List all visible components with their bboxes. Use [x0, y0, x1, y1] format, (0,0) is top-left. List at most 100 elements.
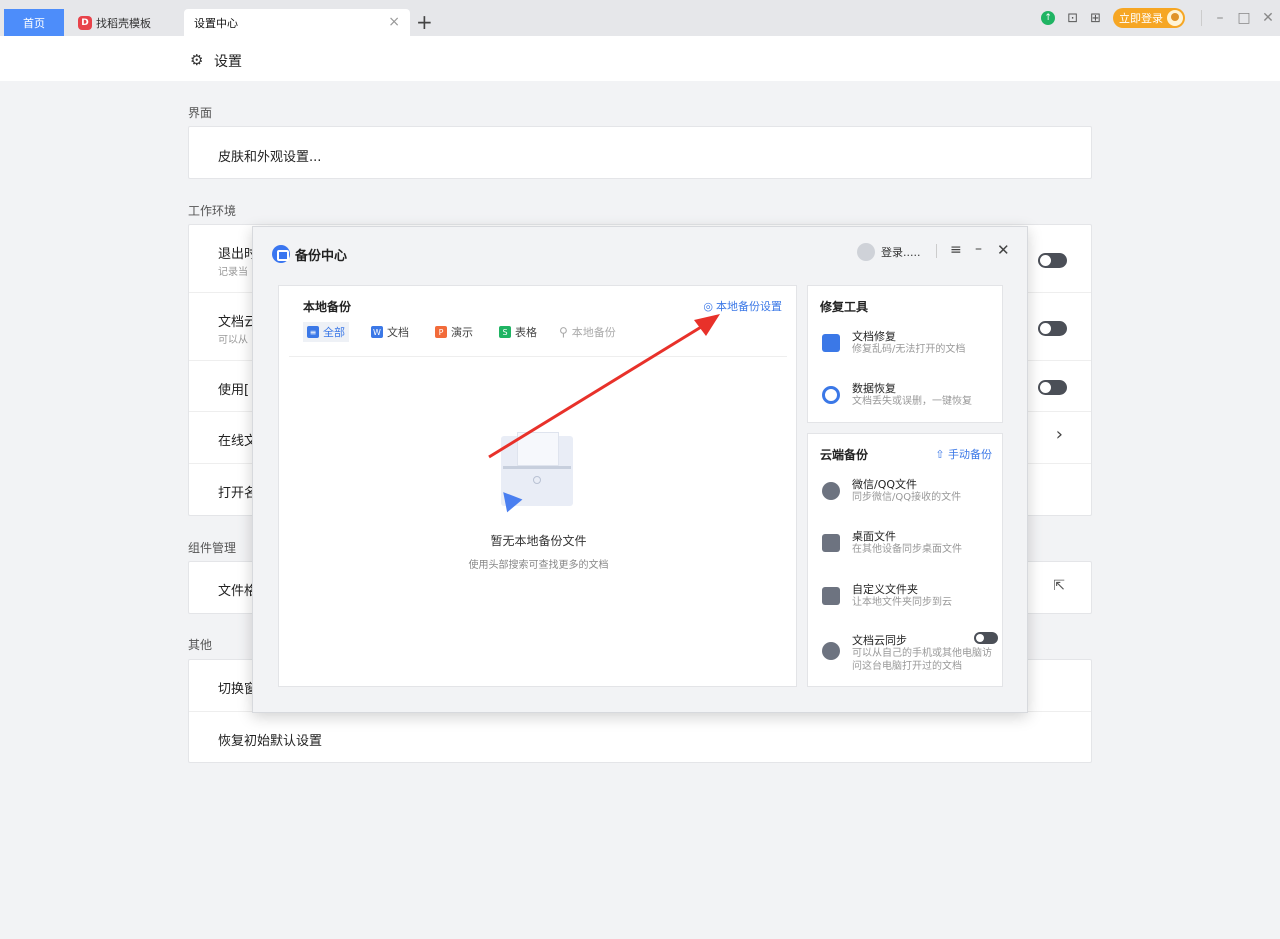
- wechat-qq-item[interactable]: 微信/QQ文件 同步微信/QQ接收的文件: [820, 476, 998, 512]
- add-tab-button[interactable]: +: [416, 10, 433, 34]
- menu-icon[interactable]: ≡: [950, 242, 962, 258]
- manual-backup-button[interactable]: ⇧ 手动备份: [935, 446, 992, 462]
- apps-icon[interactable]: ⊞: [1090, 11, 1101, 26]
- tab-all[interactable]: ≡ 全部: [303, 322, 349, 342]
- all-icon: ≡: [307, 326, 319, 338]
- tab-home-label: 首页: [23, 16, 45, 30]
- layout-icon[interactable]: ⊡: [1067, 11, 1078, 26]
- upgrade-icon[interactable]: ↑: [1041, 11, 1056, 25]
- login-label: 立即登录: [1119, 12, 1163, 25]
- login-button[interactable]: 立即登录: [1113, 8, 1185, 28]
- spreadsheet-icon: S: [499, 326, 511, 338]
- data-recovery-icon: [822, 386, 840, 404]
- doc-cloud-sync-item: 文档云同步 可以从自己的手机或其他电脑访问这台电脑打开过的文档: [820, 632, 998, 676]
- search-placeholder: 本地备份: [571, 326, 616, 339]
- tab-settings[interactable]: 设置中心 ×: [184, 9, 410, 36]
- skin-settings-label: 皮肤和外观设置...: [218, 150, 322, 165]
- tab-settings-label: 设置中心: [194, 16, 238, 30]
- tab-doc[interactable]: W 文档: [367, 322, 413, 342]
- dialog-login[interactable]: 登录.....: [857, 243, 920, 261]
- empty-subtitle: 使用头部搜索可查找更多的文档: [468, 560, 609, 571]
- local-backup-settings-label: 本地备份设置: [716, 300, 782, 313]
- writer-icon: W: [371, 326, 383, 338]
- minimize-button[interactable]: –: [1208, 10, 1232, 26]
- paper-shape: [517, 432, 559, 466]
- presentation-icon: P: [435, 326, 447, 338]
- workspace-row-sub: 记录当: [218, 267, 248, 278]
- workspace-row-sub: 可以从: [218, 335, 248, 346]
- section-label-workspace: 工作环境: [188, 204, 237, 218]
- external-link-icon[interactable]: ⇱: [1053, 578, 1065, 594]
- tab-close-icon[interactable]: ×: [388, 15, 400, 29]
- settings-icon: ◎: [703, 300, 713, 313]
- maximize-button[interactable]: □: [1232, 10, 1256, 26]
- tab-doc-label: 文档: [387, 326, 409, 339]
- repair-tools-title: 修复工具: [820, 300, 869, 314]
- doc-repair-title: 文档修复: [852, 330, 896, 343]
- tab-spreadsheet-label: 表格: [515, 326, 537, 339]
- empty-illustration: [495, 432, 573, 513]
- dialog-login-label: 登录.....: [881, 246, 921, 259]
- doc-cloud-sync-desc: 可以从自己的手机或其他电脑访问这台电脑打开过的文档: [852, 648, 992, 672]
- chevron-right-icon: ›: [1055, 424, 1063, 445]
- file-type-tabs: ≡ 全部 W 文档 P 演示 S 表格 ⚲ 本地备份: [303, 322, 616, 342]
- cloud-backup-title: 云端备份: [820, 448, 869, 462]
- user-avatar-icon: [857, 243, 875, 261]
- slot-shape: [503, 466, 571, 469]
- tab-bar: 首页 D 找稻壳模板 设置中心 × + ↑ ⊡ ⊞ 立即登录 – □ ✕: [0, 0, 1280, 36]
- local-backup-search[interactable]: ⚲ 本地备份: [559, 324, 616, 340]
- dialog-minimize-button[interactable]: –: [975, 241, 982, 257]
- data-recovery-item[interactable]: 数据恢复 文档丢失或误删，一键恢复: [820, 380, 998, 416]
- local-backup-title: 本地备份: [303, 300, 352, 314]
- wechat-qq-title: 微信/QQ文件: [852, 478, 918, 491]
- page-header: ⚙ 设置: [0, 36, 1280, 81]
- search-icon: ⚲: [559, 325, 568, 339]
- backup-center-dialog: 备份中心 登录..... ≡ – ✕ 本地备份 ◎ 本地备份设置 ≡ 全部 W 文…: [252, 226, 1028, 713]
- section-label-interface: 界面: [188, 106, 213, 120]
- exit-record-toggle[interactable]: [1038, 253, 1067, 268]
- tab-template[interactable]: D 找稻壳模板: [70, 9, 180, 36]
- tab-presentation-label: 演示: [451, 326, 473, 339]
- restore-defaults-label: 恢复初始默认设置: [218, 734, 323, 749]
- workspace-row-label: 使用[: [218, 383, 250, 398]
- backup-logo-icon: [272, 245, 290, 263]
- custom-folder-item[interactable]: 自定义文件夹 让本地文件夹同步到云: [820, 581, 998, 617]
- local-backup-settings-link[interactable]: ◎ 本地备份设置: [703, 298, 782, 314]
- interface-card: 皮肤和外观设置...: [188, 126, 1092, 179]
- upload-icon: ⇧: [935, 448, 945, 461]
- cloud-upload-icon: [822, 642, 840, 660]
- use-toggle[interactable]: [1038, 380, 1067, 395]
- tab-all-label: 全部: [323, 326, 345, 339]
- dialog-title: 备份中心: [295, 249, 348, 264]
- desktop-files-title: 桌面文件: [852, 530, 896, 543]
- tab-template-label: 找稻壳模板: [96, 16, 151, 30]
- custom-folder-desc: 让本地文件夹同步到云: [852, 597, 952, 608]
- restore-defaults-row[interactable]: 恢复初始默认设置: [189, 712, 1091, 762]
- dialog-close-button[interactable]: ✕: [997, 241, 1010, 259]
- repair-tools-panel: 修复工具 文档修复 修复乱码/无法打开的文档 数据恢复 文档丢失或误删，一键恢复: [807, 285, 1003, 423]
- page-title: 设置: [214, 54, 242, 70]
- empty-title: 暂无本地备份文件: [490, 534, 587, 548]
- tab-spreadsheet[interactable]: S 表格: [495, 322, 541, 342]
- tab-home[interactable]: 首页: [4, 9, 64, 36]
- desktop-files-item[interactable]: 桌面文件 在其他设备同步桌面文件: [820, 528, 998, 564]
- tab-presentation[interactable]: P 演示: [431, 322, 477, 342]
- divider: [1201, 10, 1202, 26]
- desktop-files-desc: 在其他设备同步桌面文件: [852, 544, 962, 555]
- local-backup-panel: 本地备份 ◎ 本地备份设置 ≡ 全部 W 文档 P 演示 S 表格 ⚲ 本地备份…: [278, 285, 797, 687]
- section-label-components: 组件管理: [188, 541, 237, 555]
- cloud-sync-toggle[interactable]: [1038, 321, 1067, 336]
- gear-icon: ⚙: [190, 51, 204, 69]
- skin-settings-row[interactable]: 皮肤和外观设置...: [189, 127, 1091, 178]
- docer-logo-icon: D: [78, 15, 92, 30]
- custom-folder-title: 自定义文件夹: [852, 583, 918, 596]
- avatar: [1167, 10, 1183, 26]
- close-button[interactable]: ✕: [1256, 10, 1280, 26]
- wechat-icon: [822, 482, 840, 500]
- doc-cloud-sync-toggle[interactable]: [974, 632, 998, 644]
- doc-repair-icon: [822, 334, 840, 352]
- doc-repair-item[interactable]: 文档修复 修复乱码/无法打开的文档: [820, 328, 998, 364]
- doc-cloud-sync-title: 文档云同步: [852, 634, 907, 647]
- data-recovery-title: 数据恢复: [852, 382, 896, 395]
- cloud-backup-panel: 云端备份 ⇧ 手动备份 微信/QQ文件 同步微信/QQ接收的文件 桌面文件 在其…: [807, 433, 1003, 687]
